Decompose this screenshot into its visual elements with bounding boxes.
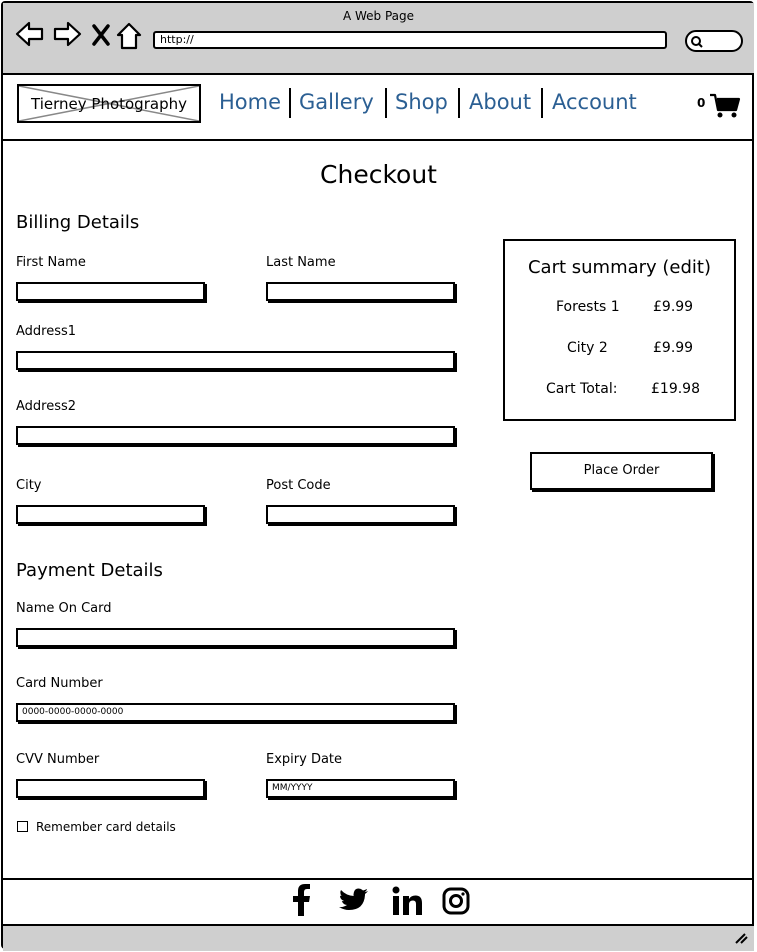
close-icon[interactable] [92,24,110,46]
linkedin-icon[interactable] [392,886,424,916]
twitter-icon[interactable] [339,888,369,914]
resize-handle-icon[interactable] [734,932,748,944]
url-field[interactable]: http:// [153,31,667,49]
cart-item-name: City 2 [567,340,608,356]
last-name-label: Last Name [266,255,336,270]
browser-search-field[interactable] [685,30,743,52]
expiry-field[interactable]: MM/YYYY [266,779,455,798]
cart-count: 0 [697,96,706,110]
home-icon[interactable] [116,22,142,50]
cart-total-label: Cart Total: [546,381,618,397]
card-number-label: Card Number [16,676,103,691]
footer-divider [3,878,754,880]
facebook-icon[interactable] [290,884,312,918]
back-arrow-icon[interactable] [15,20,45,50]
cart-item-price: £9.99 [653,299,694,315]
city-label: City [16,478,42,493]
card-number-field[interactable]: 0000-0000-0000-0000 [16,703,455,722]
cart-summary-title[interactable]: Cart summary (edit) [505,257,734,278]
header-divider [3,139,754,141]
forward-arrow-icon[interactable] [52,20,82,50]
logo-text: Tierney Photography [31,95,187,113]
search-icon [691,36,703,48]
payment-heading: Payment Details [16,560,163,581]
place-order-button[interactable]: Place Order [530,452,713,490]
nav-shop[interactable]: Shop [395,90,448,114]
cart-summary-panel: Cart summary (edit) Forests 1 £9.99 City… [503,239,736,421]
shopping-cart-icon[interactable] [709,92,741,120]
instagram-icon[interactable] [442,887,470,915]
nav-gallery[interactable]: Gallery [299,90,374,114]
nav-divider [385,88,387,118]
window-title: A Web Page [342,9,415,23]
browser-status-bar [3,924,754,951]
nav-divider [458,88,460,118]
first-name-field[interactable] [16,282,205,301]
remember-card-label: Remember card details [36,820,176,834]
nav-divider [289,88,291,118]
remember-card-checkbox[interactable] [17,821,28,832]
address1-label: Address1 [16,324,77,339]
last-name-field[interactable] [266,282,455,301]
nav-divider [541,88,543,118]
site-logo[interactable]: Tierney Photography [17,84,201,123]
cvv-label: CVV Number [16,752,100,767]
name-on-card-field[interactable] [16,628,455,647]
postcode-label: Post Code [266,478,331,493]
billing-heading: Billing Details [16,212,140,233]
cart-item-name: Forests 1 [556,299,620,315]
cart-item-price: £9.99 [653,340,694,356]
cart-total-value: £19.98 [651,381,700,397]
expiry-label: Expiry Date [266,752,343,767]
nav-about[interactable]: About [469,90,531,114]
address1-field[interactable] [16,351,455,370]
cvv-field[interactable] [16,779,205,798]
address2-field[interactable] [16,426,455,445]
name-on-card-label: Name On Card [16,601,112,616]
page-title: Checkout [320,160,437,189]
nav-home[interactable]: Home [219,90,281,114]
address2-label: Address2 [16,399,77,414]
postcode-field[interactable] [266,505,455,524]
nav-account[interactable]: Account [552,90,637,114]
city-field[interactable] [16,505,205,524]
first-name-label: First Name [16,255,86,270]
